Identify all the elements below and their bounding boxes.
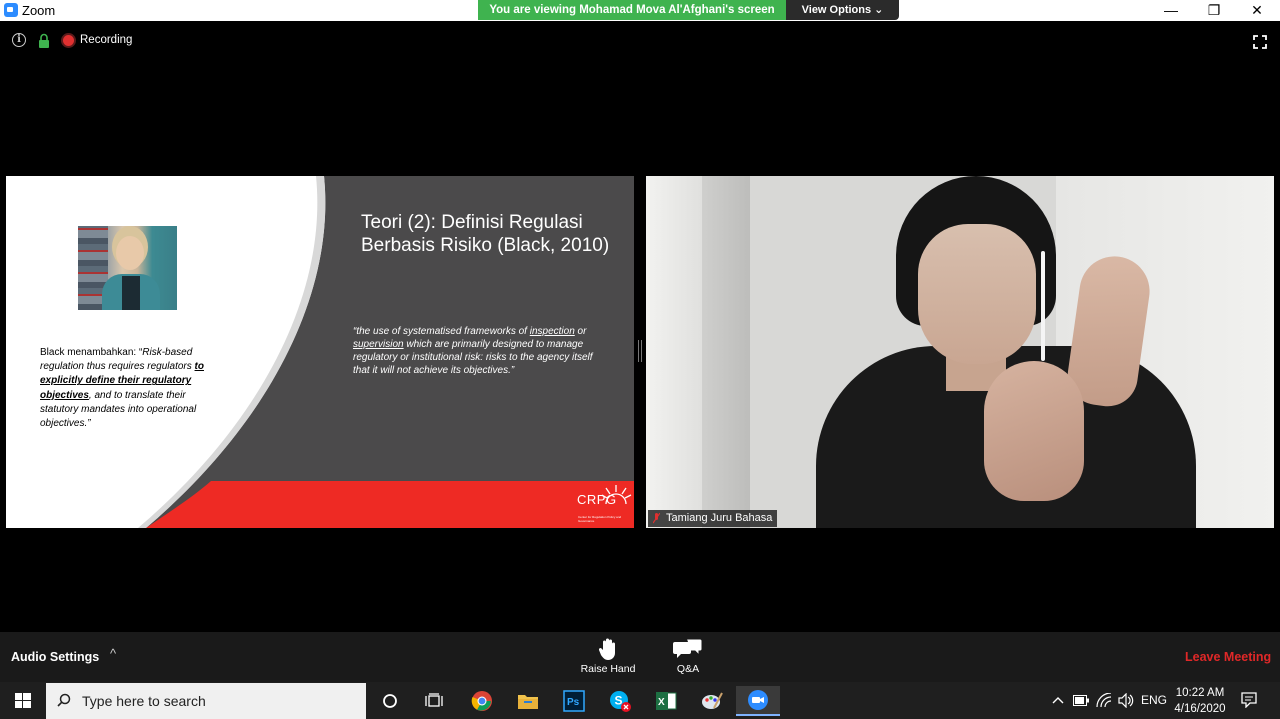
qa-button[interactable]: Q&A — [653, 637, 723, 675]
participant-name: Tamiang Juru Bahasa — [666, 512, 773, 524]
recording-label: Recording — [80, 34, 133, 46]
raise-hand-button[interactable]: Raise Hand — [573, 637, 643, 675]
svg-text:Ps: Ps — [567, 697, 580, 708]
slide-quote: “the use of systematised frameworks of i… — [353, 326, 593, 376]
fullscreen-icon[interactable] — [1253, 35, 1267, 49]
audio-settings-button[interactable]: Audio Settings — [11, 650, 99, 664]
shared-screen-slide: Black menambahkan: “Risk-based regulatio… — [6, 176, 634, 528]
participant-name-tag: Tamiang Juru Bahasa — [648, 510, 778, 527]
svg-text:X: X — [658, 697, 665, 708]
clock-date: 4/16/2020 — [1174, 703, 1226, 715]
windows-start-icon[interactable] — [0, 682, 46, 719]
qa-label: Q&A — [676, 663, 700, 675]
slide-title: Teori (2): Definisi Regulasi Berbasis Ri… — [361, 212, 610, 256]
crpg-logo: CRPG — [577, 492, 617, 507]
close-button[interactable]: ✕ — [1237, 0, 1277, 21]
recording-icon — [63, 35, 74, 46]
zoom-icon[interactable] — [736, 686, 780, 716]
raise-hand-label: Raise Hand — [580, 663, 636, 675]
viewing-banner: You are viewing Mohamad Mova Al'Afghani'… — [478, 0, 786, 20]
meeting-controls: Audio Settings ^ Raise Hand Q&A Leave Me… — [0, 632, 1280, 682]
language-indicator[interactable]: ENG — [1141, 682, 1167, 719]
paint-icon[interactable] — [690, 686, 734, 716]
skype-icon[interactable]: S — [598, 686, 642, 716]
taskbar-search[interactable]: Type here to search — [46, 683, 366, 719]
lock-icon[interactable] — [38, 33, 50, 48]
search-input[interactable]: Type here to search — [82, 693, 206, 709]
photoshop-icon[interactable]: Ps — [552, 686, 596, 716]
qa-icon — [673, 638, 703, 658]
view-options-button[interactable]: View Options ⌄ — [786, 0, 899, 20]
mic-muted-icon — [653, 513, 660, 524]
split-view-handle[interactable] — [638, 340, 642, 362]
chevron-up-tray-icon[interactable] — [1052, 695, 1064, 705]
info-icon[interactable]: i — [12, 33, 26, 47]
battery-icon[interactable] — [1073, 695, 1089, 706]
minimize-button[interactable]: — — [1151, 0, 1191, 21]
wifi-icon[interactable] — [1096, 693, 1112, 708]
notifications-icon[interactable] — [1241, 692, 1257, 708]
cortana-icon[interactable] — [368, 686, 412, 716]
restore-button[interactable]: ❐ — [1194, 0, 1234, 21]
participant-video[interactable] — [646, 176, 1274, 528]
task-view-icon[interactable] — [412, 686, 456, 716]
excel-icon[interactable]: X — [644, 686, 688, 716]
hand-icon — [598, 638, 615, 660]
file-explorer-icon[interactable] — [506, 686, 550, 716]
windows-taskbar: Type here to search Ps S X ENG 10:22 AM — [0, 682, 1280, 719]
zoom-app-icon — [4, 3, 18, 17]
app-title: Zoom — [22, 3, 56, 18]
leave-meeting-button[interactable]: Leave Meeting — [1185, 650, 1271, 664]
slide-left-text: Black menambahkan: “Risk-based regulatio… — [40, 347, 204, 430]
author-photo — [78, 226, 177, 310]
search-icon — [57, 693, 71, 707]
chrome-icon[interactable] — [460, 686, 504, 716]
chevron-up-icon[interactable]: ^ — [110, 646, 116, 661]
system-clock[interactable]: 10:22 AM 4/16/2020 — [1170, 685, 1230, 717]
crpg-logo-subtext: Center for Regulation Policy and Governa… — [578, 515, 622, 523]
clock-time: 10:22 AM — [1175, 687, 1225, 699]
volume-icon[interactable] — [1118, 693, 1134, 708]
